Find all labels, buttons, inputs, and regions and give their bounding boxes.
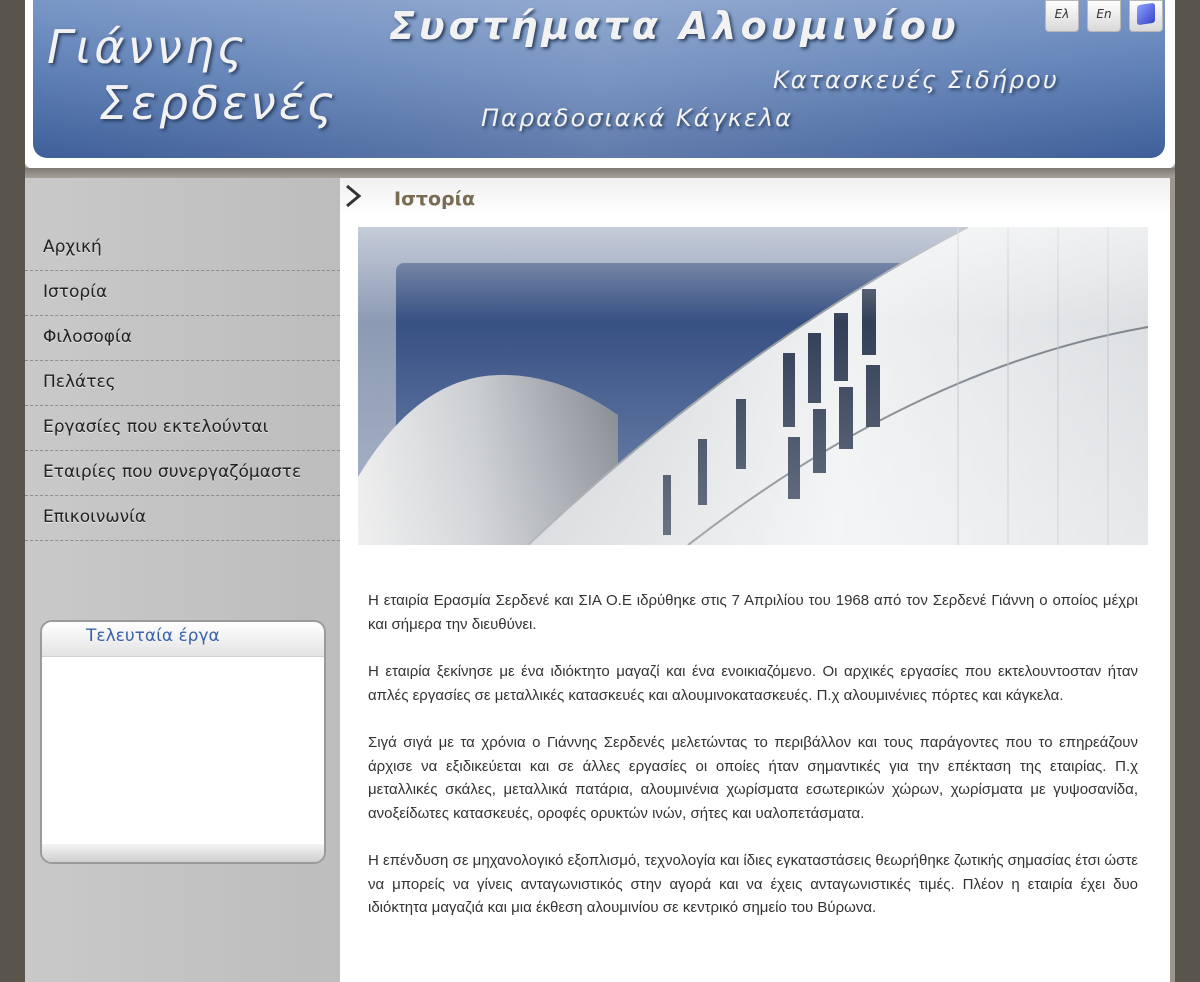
menu-item-philosophy[interactable]: Φιλοσοφία [25, 316, 340, 361]
history-text: Η εταιρία Ερασμία Σερδενέ και ΣΙΑ Ο.Ε ιδ… [368, 589, 1138, 944]
history-paragraph: Σιγά σιγά με τα χρόνια ο Γιάννης Σερδενέ… [368, 734, 1138, 822]
header-banner: Γιάννης Σερδενές Συστήματα Αλουμινίου Κα… [33, 0, 1165, 158]
cube-icon [1137, 2, 1155, 26]
building-photo [358, 227, 1148, 545]
menu-item-history[interactable]: Ιστορία [25, 271, 340, 316]
latest-works-title: Τελευταία έργα [86, 626, 220, 646]
tagline-iron: Κατασκευές Σιδήρου [773, 66, 1059, 94]
menu-item-home[interactable]: Αρχική [25, 226, 340, 271]
language-english-button[interactable]: En [1087, 0, 1121, 32]
tagline-railings: Παραδοσιακά Κάγκελα [481, 104, 793, 132]
main-content: Ιστορία Η εταιρία Ερασμία Σερδενέ και ΣΙ… [340, 178, 1170, 982]
header-separator [25, 168, 1175, 178]
language-greek-button[interactable]: Ελ [1045, 0, 1079, 32]
tagline-aluminium: Συστήματα Αλουμινίου [389, 4, 960, 48]
menu-item-contact[interactable]: Επικοινωνία [25, 496, 340, 541]
logo-first-name: Γιάννης [47, 20, 248, 74]
menu-item-clients[interactable]: Πελάτες [25, 361, 340, 406]
section-header: Ιστορία [340, 178, 1170, 216]
history-paragraph: Η επένδυση σε μηχανολογικό εξοπλισμό, τε… [368, 852, 1138, 916]
sidebar: Αρχική Ιστορία Φιλοσοφία Πελάτες Εργασίε… [25, 178, 340, 982]
latest-works-footer [42, 844, 324, 862]
menu-item-partners[interactable]: Εταιρίες που συνεργαζόμαστε [25, 451, 340, 496]
logo-last-name: Σερδενές [99, 76, 337, 130]
chevron-right-icon [346, 184, 362, 208]
site-header: Γιάννης Σερδενές Συστήματα Αλουμινίου Κα… [25, 0, 1175, 168]
history-paragraph: Η εταιρία Ερασμία Σερδενέ και ΣΙΑ Ο.Ε ιδ… [368, 592, 1138, 633]
latest-works-header: Τελευταία έργα [42, 622, 324, 657]
language-other-button[interactable] [1129, 0, 1163, 32]
latest-works-box: Τελευταία έργα [40, 620, 326, 864]
page-title: Ιστορία [394, 188, 476, 210]
history-paragraph: Η εταιρία ξεκίνησε με ένα ιδιόκτητο μαγα… [368, 663, 1138, 704]
main-menu: Αρχική Ιστορία Φιλοσοφία Πελάτες Εργασίε… [25, 226, 340, 541]
menu-item-services[interactable]: Εργασίες που εκτελούνται [25, 406, 340, 451]
